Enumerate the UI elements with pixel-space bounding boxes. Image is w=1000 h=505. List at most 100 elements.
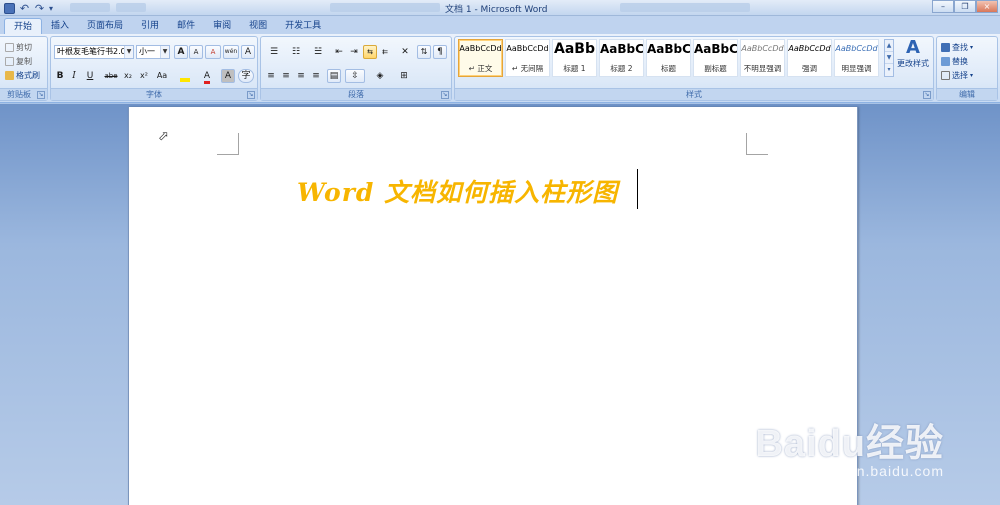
sort-button[interactable]: ⇅ xyxy=(417,45,431,59)
style-subtle-emphasis[interactable]: AaBbCcDd 不明显强调 xyxy=(740,39,785,77)
styles-gallery-scroll[interactable]: ▲ ▼ ▾ xyxy=(884,39,894,77)
bullets-button[interactable]: ☰ xyxy=(264,45,284,59)
clipboard-group: 剪切 复制 格式刷 剪贴板 ↘ xyxy=(0,36,48,101)
tab-insert[interactable]: 插入 xyxy=(42,18,78,34)
highlight-button[interactable] xyxy=(176,69,194,83)
numbering-button[interactable]: ☷ xyxy=(286,45,306,59)
char-shading-button[interactable]: A xyxy=(221,69,235,83)
styles-gallery: AaBbCcDd ↵ 正文 AaBbCcDd ↵ 无间隔 AaBb 标题 1 A… xyxy=(458,39,882,81)
chevron-down-icon[interactable]: ▼ xyxy=(124,46,133,58)
font-launcher-icon[interactable]: ↘ xyxy=(247,91,255,99)
change-case-button[interactable]: Aa xyxy=(153,69,171,83)
asian-layout-button[interactable]: ✕ xyxy=(395,45,415,59)
copy-button[interactable]: 复制 xyxy=(5,54,40,68)
ribbon-tabs: 开始 插入 页面布局 引用 邮件 审阅 视图 开发工具 xyxy=(0,16,1000,34)
tab-mailings[interactable]: 邮件 xyxy=(168,18,204,34)
distribute-button[interactable]: ▤ xyxy=(327,69,341,83)
clear-format-button[interactable]: A xyxy=(205,45,221,59)
replace-button[interactable]: 替换 xyxy=(941,54,973,68)
document-workspace: ⬀ Word 文档如何插入柱形图 Baidu经验 jingyan.baidu.c… xyxy=(0,104,1000,505)
paragraph-group: ☰ ☷ ☱ ⇤ ⇥ ⇆ ⇇ ✕ ⇅ ¶ ≡ ≡ ≡ ≡ ▤ ⇳ ◈ ⊞ 段落 ↘ xyxy=(260,36,452,101)
decrease-indent-button[interactable]: ⇤ xyxy=(332,45,346,59)
style-no-spacing[interactable]: AaBbCcDd ↵ 无间隔 xyxy=(505,39,550,77)
style-emphasis[interactable]: AaBbCcDd 强调 xyxy=(787,39,832,77)
tab-page-layout[interactable]: 页面布局 xyxy=(78,18,132,34)
paragraph-launcher-icon[interactable]: ↘ xyxy=(441,91,449,99)
close-button[interactable]: × xyxy=(976,0,998,13)
tab-references[interactable]: 引用 xyxy=(132,18,168,34)
styles-group-label: 样式 xyxy=(455,88,933,100)
font-color-button[interactable]: A xyxy=(198,69,216,84)
pointer-icon xyxy=(941,70,950,80)
align-left-button[interactable]: ≡ xyxy=(264,69,278,83)
chevron-up-icon[interactable]: ▲ xyxy=(885,40,893,52)
change-styles-icon: A xyxy=(906,37,920,58)
tab-review[interactable]: 审阅 xyxy=(204,18,240,34)
undo-icon[interactable]: ↶ xyxy=(19,3,30,14)
copy-icon xyxy=(5,56,14,66)
document-heading[interactable]: Word 文档如何插入柱形图 xyxy=(297,173,618,209)
style-subtitle[interactable]: AaBbC 副标题 xyxy=(693,39,738,77)
char-border-button[interactable]: A xyxy=(241,45,255,59)
shrink-font-button[interactable]: A xyxy=(189,45,203,59)
save-icon[interactable] xyxy=(4,2,15,14)
tab-home[interactable]: 开始 xyxy=(4,18,43,34)
redo-icon[interactable]: ↷ xyxy=(34,3,45,14)
highlighter-icon xyxy=(180,78,190,82)
line-spacing-button[interactable]: ⇳ xyxy=(345,69,365,83)
select-button[interactable]: 选择 ▾ xyxy=(941,68,973,82)
multilevel-list-button[interactable]: ☱ xyxy=(308,45,328,59)
strikethrough-button[interactable]: abe xyxy=(103,69,119,83)
customize-qat-icon[interactable]: ▾ xyxy=(49,3,53,14)
find-button[interactable]: 查找 ▾ xyxy=(941,40,973,54)
editing-group: 查找 ▾ 替换 选择 ▾ 编辑 xyxy=(936,36,998,101)
style-heading-2[interactable]: AaBbC 标题 2 xyxy=(599,39,644,77)
superscript-button[interactable]: x² xyxy=(137,69,151,83)
baidu-watermark: Baidu经验 jingyan.baidu.com xyxy=(729,406,944,479)
text-direction-button[interactable]: ⇇ xyxy=(378,45,392,59)
clipboard-launcher-icon[interactable]: ↘ xyxy=(37,91,45,99)
align-center-button[interactable]: ≡ xyxy=(279,69,293,83)
style-title[interactable]: AaBbC 标题 xyxy=(646,39,691,77)
increase-indent-button[interactable]: ⇥ xyxy=(347,45,361,59)
font-group-label: 字体 xyxy=(51,88,257,100)
document-page[interactable]: ⬀ Word 文档如何插入柱形图 xyxy=(128,107,858,505)
style-heading-1[interactable]: AaBb 标题 1 xyxy=(552,39,597,77)
arrow-left-icon: ⇇ xyxy=(382,48,388,56)
shading-button[interactable]: ◈ xyxy=(369,69,391,83)
cut-button[interactable]: 剪切 xyxy=(5,40,40,54)
background-window-tab xyxy=(116,3,146,12)
paw-logo-icon xyxy=(729,406,759,440)
bold-button[interactable]: B xyxy=(54,69,66,83)
style-normal[interactable]: AaBbCcDd ↵ 正文 xyxy=(458,39,503,77)
binoculars-icon xyxy=(941,42,950,52)
chevron-down-icon[interactable]: ▼ xyxy=(885,52,893,64)
underline-button[interactable]: U xyxy=(82,69,98,83)
tab-developer[interactable]: 开发工具 xyxy=(276,18,330,34)
grow-font-button[interactable]: A xyxy=(174,45,188,59)
text-caret xyxy=(637,169,638,209)
justify-icon: ≡ xyxy=(312,71,320,81)
borders-button[interactable]: ⊞ xyxy=(393,69,415,83)
show-marks-button[interactable]: ¶ xyxy=(433,45,447,59)
styles-launcher-icon[interactable]: ↘ xyxy=(923,91,931,99)
restore-button[interactable]: ❐ xyxy=(954,0,976,13)
minimize-button[interactable]: – xyxy=(932,0,954,13)
italic-button[interactable]: I xyxy=(68,69,80,83)
scissors-icon xyxy=(5,42,14,52)
style-intense-emphasis[interactable]: AaBbCcDd 明显强调 xyxy=(834,39,879,77)
change-styles-button[interactable]: A 更改样式 xyxy=(896,38,930,82)
justify-button[interactable]: ≡ xyxy=(309,69,323,83)
align-right-button[interactable]: ≡ xyxy=(294,69,308,83)
font-name-combo[interactable]: 叶根友毛笔行书2.0版 ▼ xyxy=(54,45,134,59)
subscript-button[interactable]: x₂ xyxy=(121,69,135,83)
enclose-char-button[interactable]: 字 xyxy=(238,69,254,83)
chevron-down-icon[interactable]: ▼ xyxy=(160,46,169,58)
font-size-combo[interactable]: 小一 ▼ xyxy=(136,45,170,59)
chinese-layout-button[interactable]: ⇆ xyxy=(363,45,377,59)
tab-view[interactable]: 视图 xyxy=(240,18,276,34)
more-icon[interactable]: ▾ xyxy=(885,64,893,76)
phonetic-guide-button[interactable]: wén xyxy=(223,45,239,59)
format-painter-button[interactable]: 格式刷 xyxy=(5,68,40,82)
ribbon: 剪切 复制 格式刷 剪贴板 ↘ 叶根友毛笔行书2.0版 ▼ 小一 ▼ A A A w… xyxy=(0,34,1000,103)
